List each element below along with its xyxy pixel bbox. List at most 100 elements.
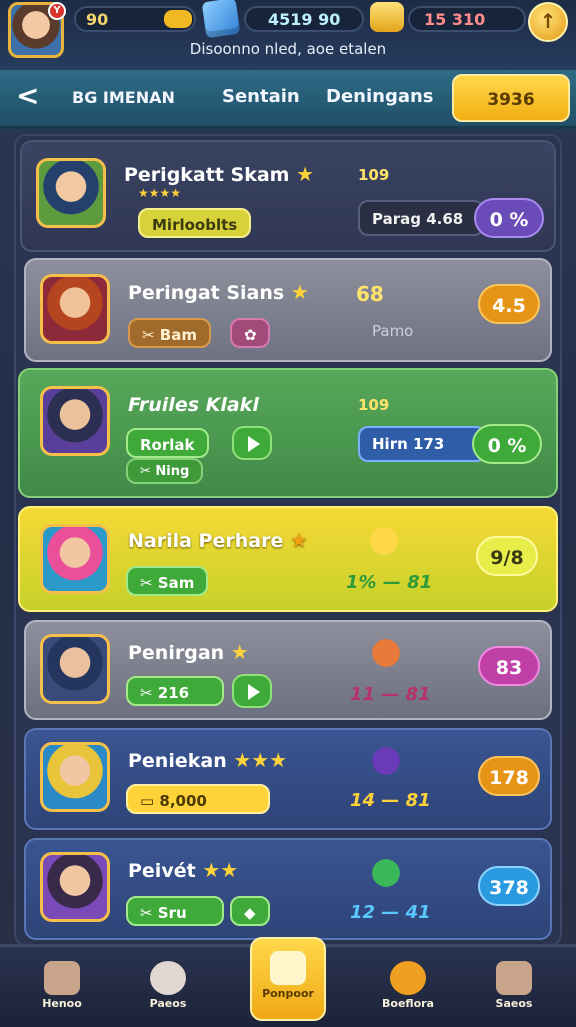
hero-name: Penirgan ★ [128, 640, 249, 664]
hero-value-pill[interactable]: 4.5 [478, 284, 540, 324]
star-icon: ★★ [202, 858, 239, 882]
hero-value-pill[interactable]: 9/8 [476, 536, 538, 576]
nav-pets[interactable]: Paeos [120, 953, 216, 1023]
hero-level: 68 [356, 282, 384, 306]
trophy-icon [362, 520, 406, 562]
page-subtitle: Disoonno nled, aoe etalen [189, 40, 387, 58]
gold-icon [370, 2, 404, 32]
nav-label: Boeflora [382, 997, 434, 1010]
hero-range: 11 — 81 [350, 684, 431, 705]
nav-label: Ponpoor [262, 987, 314, 1000]
back-button[interactable]: < [16, 82, 39, 110]
hero-tag-chip[interactable]: ✂ Bam [128, 318, 211, 348]
hero-portrait [40, 742, 110, 812]
energy-value: 90 [86, 10, 109, 29]
hero-name-text: Peivét [128, 860, 196, 882]
nav-home[interactable]: Henoo [14, 953, 110, 1023]
tab-active[interactable]: 3936 [452, 74, 570, 122]
hero-name: Peniekan ★★★ [128, 748, 287, 772]
chip-text: Bam [159, 326, 197, 344]
star-rating: ★★★★ [138, 186, 182, 200]
hero-portrait [40, 386, 110, 456]
hero-portrait [40, 634, 110, 704]
hero-name-text: Peringat Sians [128, 282, 285, 304]
hero-value-pill[interactable]: 178 [478, 756, 540, 796]
chip-text: 216 [157, 684, 190, 702]
hero-tag-chip[interactable]: Mirlooblts [138, 208, 252, 238]
hero-range: 14 — 81 [350, 790, 431, 811]
hero-tag-chip[interactable]: ✂ Sam [126, 566, 209, 596]
list-item[interactable]: Narila Perhare ★ ✂ Sam 1% — 81 9/8 [18, 506, 558, 612]
hero-name-text: Peniekan [128, 750, 227, 772]
nav-active[interactable]: Ponpoor [250, 937, 326, 1021]
hero-subtag-chip: ✂ Ning [126, 458, 204, 484]
hero-portrait [36, 158, 106, 228]
hero-name: Peivét ★★ [128, 858, 238, 882]
home-icon [44, 961, 80, 995]
add-coins-button[interactable]: ↑ [528, 2, 568, 42]
energy-bar-fill [164, 10, 192, 28]
hero-percent-pill[interactable]: 0 % [472, 424, 542, 464]
list-item[interactable]: Fruiles Klakl Rorlak ✂ Ning 109 Hirn 173… [18, 368, 558, 498]
list-item[interactable]: Perigkatt Skam ★ ★★★★ Mirlooblts 109 Par… [20, 140, 556, 252]
hero-name: Perigkatt Skam ★ [124, 162, 314, 186]
hero-tag-chip[interactable]: Rorlak [126, 428, 209, 458]
gem-icon [201, 0, 241, 39]
star-icon: ★ [289, 528, 308, 552]
shield-icon[interactable]: ◆ [230, 896, 270, 926]
pet-icon [150, 961, 186, 995]
energy-resource[interactable]: 90 [74, 6, 196, 32]
chip-text: Sru [157, 904, 187, 922]
orb-icon [390, 961, 426, 995]
hero-stat-label: Pamo [372, 322, 414, 340]
hero-name: Narila Perhare ★ [128, 528, 308, 552]
star-icon: ★ [290, 280, 309, 304]
hero-tag-chip[interactable]: ▭ 8,000 [126, 784, 270, 814]
tab-3[interactable]: Deningans [326, 86, 434, 107]
list-item[interactable]: Peringat Sians ★ ✂ Bam ✿ 68 Pamo 4.5 [24, 258, 552, 362]
hero-range: 12 — 41 [350, 902, 431, 923]
hero-name-text: Narila Perhare [128, 530, 284, 552]
hero-level: 109 [358, 396, 390, 414]
tab-bar: < BG IMENAN Sentain Deningans 3936 [0, 70, 576, 129]
list-item[interactable]: Peivét ★★ ✂ Sru ◆ 12 — 41 378 [24, 838, 552, 940]
notification-badge: Y [48, 2, 66, 20]
clover-icon[interactable]: ✿ [230, 318, 270, 348]
hero-name: Fruiles Klakl [128, 394, 259, 416]
nav-label: Henoo [42, 997, 82, 1010]
gem-reward-icon [364, 852, 408, 894]
tickets-resource[interactable]: 15 310 [408, 6, 526, 32]
chip-text: Ning [155, 464, 190, 479]
hero-name-text: Penirgan [128, 642, 225, 664]
hero-percent-pill[interactable]: 0 % [474, 198, 544, 238]
star-badge-icon [364, 740, 408, 782]
tickets-value: 15 310 [424, 10, 486, 29]
hero-tag-chip[interactable]: ✂ 216 [126, 676, 224, 706]
nav-boeflora[interactable]: Boeflora [360, 953, 456, 1023]
hero-value-pill[interactable]: 378 [478, 866, 540, 906]
play-button[interactable] [232, 674, 272, 708]
star-icon: ★★★ [233, 748, 288, 772]
tab-1[interactable]: BG IMENAN [72, 88, 175, 107]
gems-value: 4519 90 [268, 10, 341, 29]
hero-portrait [40, 852, 110, 922]
hero-value-pill[interactable]: 83 [478, 646, 540, 686]
list-item[interactable]: Penirgan ★ ✂ 216 11 — 81 83 [24, 620, 552, 720]
nav-label: Paeos [149, 997, 187, 1010]
list-item[interactable]: Peniekan ★★★ ▭ 8,000 14 — 81 178 [24, 728, 552, 830]
hero-name-text: Perigkatt Skam [124, 164, 290, 186]
nav-label: Saeos [495, 997, 533, 1010]
shop-icon [496, 961, 532, 995]
bottom-nav: Henoo Paeos Ponpoor Boeflora Saeos [0, 937, 576, 1027]
nav-shop[interactable]: Saeos [466, 953, 562, 1023]
house-icon [270, 951, 306, 985]
chip-text: Sam [157, 574, 195, 592]
tab-2[interactable]: Sentain [222, 86, 300, 107]
hero-name: Peringat Sians ★ [128, 280, 309, 304]
gems-resource[interactable]: 4519 90 [244, 6, 364, 32]
hero-portrait [40, 524, 110, 594]
hero-head-icon [364, 632, 408, 674]
play-button[interactable] [232, 426, 272, 460]
hero-stat-chip: Hirn 173 [358, 426, 486, 462]
hero-tag-chip[interactable]: ✂ Sru [126, 896, 224, 926]
